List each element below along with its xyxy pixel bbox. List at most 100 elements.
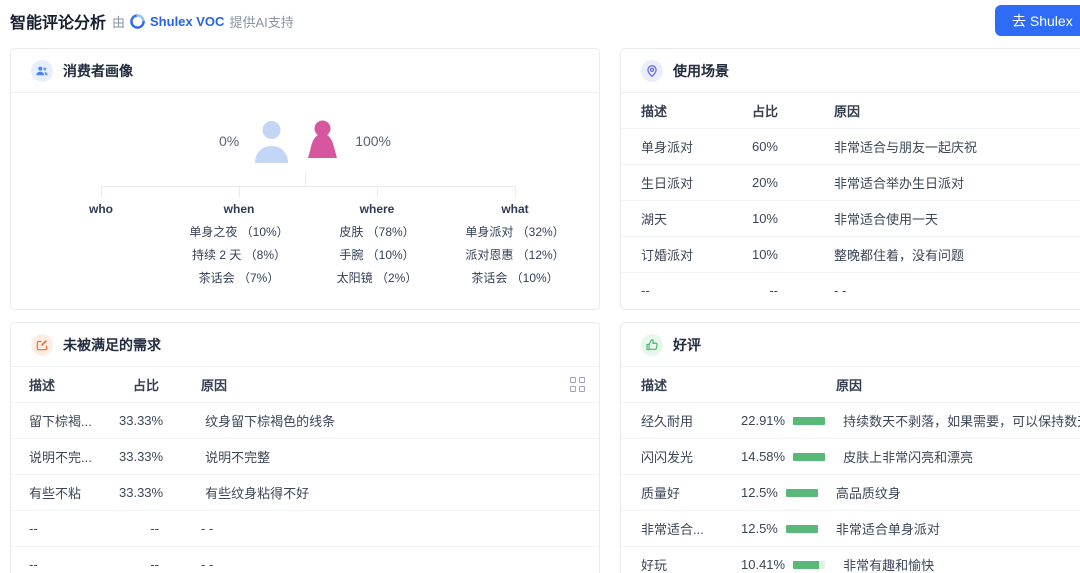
grid-view-icon[interactable] (570, 377, 585, 392)
female-percent: 100% (355, 133, 392, 149)
table-row: 生日派对 20% 非常适合举办生日派对 (621, 164, 1080, 200)
branch-tick-line (514, 186, 516, 197)
cell-reason: 非常适合举办生日派对 (834, 176, 965, 191)
male-icon (255, 121, 289, 163)
cell-reason: 高品质纹身 (835, 486, 901, 501)
cell-desc: 好玩 (641, 558, 668, 573)
cell-pct: 10.41% (741, 557, 786, 572)
cell-desc: 生日派对 (641, 176, 694, 191)
branch-column: who (32, 186, 170, 285)
table-row: 说明不完... 33.33% 说明不完整 (11, 438, 599, 474)
cell-reason: - - (834, 283, 847, 298)
cell-desc: 说明不完... (29, 450, 92, 465)
users-icon (31, 59, 53, 82)
card-title: 好评 (673, 336, 701, 353)
cell-reason: - - (201, 557, 214, 572)
cell-reason: 纹身留下棕褐色的线条 (205, 414, 336, 429)
cell-reason: - - (201, 521, 214, 536)
consumer-portrait-card: 消费者画像 0% 100% who when 单身之夜 （10%） 持续 2 天 （8… (10, 48, 600, 310)
table-row: -- -- - - (11, 546, 599, 573)
card-title: 未被满足的需求 (63, 336, 161, 353)
cell-desc: 非常适合... (641, 522, 704, 537)
branch-tick-line (100, 186, 102, 197)
cell-reason: 整晚都住着，没有问题 (834, 248, 965, 263)
usage-scenarios-card: 使用场景 描述 占比 原因 单身派对 60% 非常适合与朋友一起庆祝 生日派对 20% 非… (620, 48, 1080, 310)
cell-desc: -- (641, 283, 650, 298)
portrait-body: 0% 100% who when 单身之夜 （10%） 持续 2 天 （8%） 茶话会 … (11, 93, 599, 309)
card-header: 未被满足的需求 (11, 323, 599, 367)
cell-desc: 订婚派对 (641, 248, 694, 263)
bar-track (785, 524, 818, 533)
bar-track (793, 560, 826, 569)
card-header: 消费者画像 (11, 49, 599, 93)
top-bar: 智能评论分析 由 Shulex VOC 提供AI支持 去 Shulex (0, 0, 1080, 40)
table-row: 经久耐用 22.91% 持续数天不剥落，如果需要，可以保持数天 (621, 402, 1080, 438)
thumbs-up-icon (641, 333, 663, 356)
usage-table-body: 单身派对 60% 非常适合与朋友一起庆祝 生日派对 20% 非常适合举办生日派对 湖天 10%… (621, 128, 1080, 308)
female-icon (308, 120, 338, 158)
card-title: 消费者画像 (63, 62, 133, 79)
male-percent: 0% (218, 133, 240, 149)
gender-split: 0% 100% (11, 119, 599, 163)
edit-pencil-icon (31, 333, 53, 356)
table-row: -- -- - - (621, 272, 1080, 308)
branch-column: what 单身派对 （32%） 派对恩惠 （12%） 茶话会 （10%） (446, 186, 584, 285)
powered-suffix: 提供AI支持 (229, 15, 294, 30)
branch-item: 单身之夜 （10%） (189, 225, 289, 239)
cell-desc: -- (29, 521, 38, 536)
branch-item: 手腕 （10%） (339, 248, 415, 262)
cell-desc: 有些不粘 (29, 486, 82, 501)
table-row: 留下棕褐... 33.33% 纹身留下棕褐色的线条 (11, 402, 599, 438)
cell-pct: 60% (751, 139, 778, 154)
col-desc: 描述 (29, 378, 56, 393)
tree-stem-line (305, 171, 306, 186)
table-row: -- -- - - (11, 510, 599, 546)
positive-table-body: 经久耐用 22.91% 持续数天不剥落，如果需要，可以保持数天 闪闪发光 14.58% 皮… (621, 402, 1080, 573)
cell-desc: 闪闪发光 (641, 450, 694, 465)
branch-label: what (501, 202, 529, 216)
table-row: 质量好 12.5% 高品质纹身 (621, 474, 1080, 510)
branch-item: 茶话会 （10%） (471, 271, 559, 285)
table-header: 描述 占比 原因 (621, 93, 1080, 128)
bar-track (793, 452, 826, 461)
powered-prefix: 由 (112, 15, 126, 30)
brand-link[interactable]: Shulex VOC (150, 14, 224, 29)
bar-fill (785, 524, 818, 533)
col-reason: 原因 (201, 378, 228, 393)
branch-column: when 单身之夜 （10%） 持续 2 天 （8%） 茶话会 （7%） (170, 186, 308, 285)
unmet-needs-card: 未被满足的需求 描述 占比 原因 留下棕褐... 33.33% 纹身留下棕褐色的线条… (10, 322, 600, 573)
table-row: 有些不粘 33.33% 有些纹身粘得不好 (11, 474, 599, 510)
table-row: 好玩 10.41% 非常有趣和愉快 (621, 546, 1080, 573)
cell-desc: 湖天 (641, 212, 668, 227)
card-title: 使用场景 (673, 62, 729, 79)
table-row: 非常适合... 12.5% 非常适合单身派对 (621, 510, 1080, 546)
cell-pct: 20% (751, 175, 778, 190)
table-row: 闪闪发光 14.58% 皮肤上非常闪亮和漂亮 (621, 438, 1080, 474)
cell-reason: 说明不完整 (205, 450, 271, 465)
cell-pct: 12.5% (741, 485, 778, 500)
positive-reviews-card: 好评 描述 原因 经久耐用 22.91% 持续数天不剥落，如果需要，可以保持数天 闪闪… (620, 322, 1080, 573)
cell-pct: 14.58% (741, 449, 786, 464)
bar-track (793, 416, 826, 425)
cell-reason: 非常适合与朋友一起庆祝 (834, 140, 978, 155)
cell-pct: -- (150, 557, 159, 572)
shulex-logo-icon (130, 14, 145, 29)
cell-pct: -- (769, 283, 778, 298)
bar-fill (793, 560, 819, 569)
branch-column: where 皮肤 （78%） 手腕 （10%） 太阳镜 （2%） (308, 186, 446, 285)
unmet-table-body: 留下棕褐... 33.33% 纹身留下棕褐色的线条 说明不完... 33.33% 说明不完… (11, 402, 599, 573)
table-row: 湖天 10% 非常适合使用一天 (621, 200, 1080, 236)
go-shulex-button[interactable]: 去 Shulex (995, 5, 1080, 36)
cell-pct: -- (150, 521, 159, 536)
cell-pct: 33.33% (119, 485, 164, 500)
cell-desc: 经久耐用 (641, 414, 694, 429)
col-pct: 占比 (132, 378, 159, 393)
col-desc: 描述 (641, 104, 668, 119)
screen: 智能评论分析 由 Shulex VOC 提供AI支持 去 Shulex 消费者画… (0, 0, 1080, 573)
bar-fill (793, 416, 826, 425)
col-desc: 描述 (641, 378, 668, 393)
card-header: 使用场景 (621, 49, 1080, 93)
cell-pct: 12.5% (741, 521, 778, 536)
bar-fill (793, 452, 826, 461)
branch-tick-line (238, 186, 240, 197)
